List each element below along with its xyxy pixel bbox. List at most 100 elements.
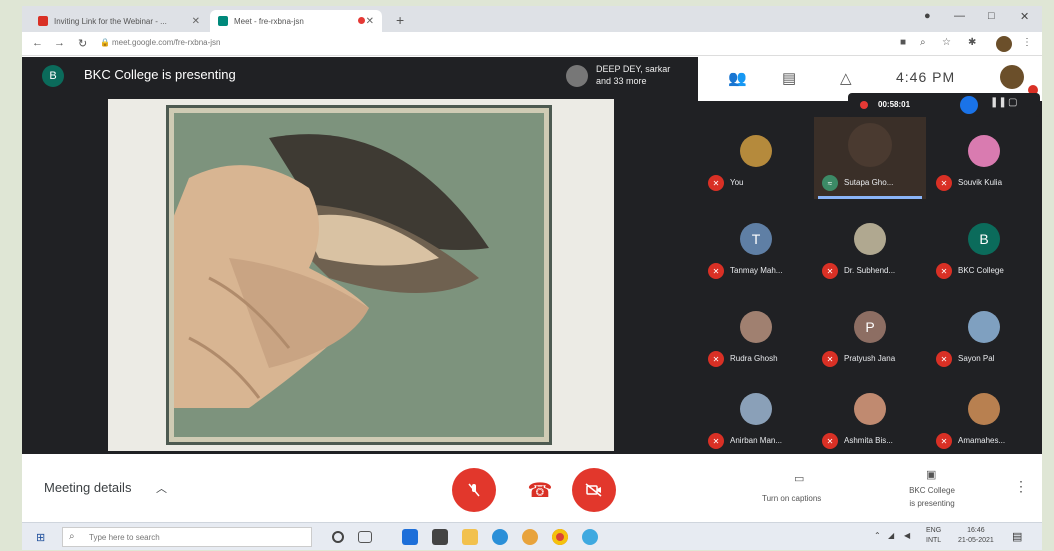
viewer-avatar xyxy=(566,65,588,87)
taskbar-clock[interactable]: 16:46 21-05-2021 xyxy=(958,526,994,546)
action-center-icon[interactable]: ▤ xyxy=(1012,530,1022,543)
windows-start-icon[interactable]: ⊞ xyxy=(36,531,45,544)
participant-name: You xyxy=(730,178,744,187)
file-explorer-icon[interactable] xyxy=(462,529,478,545)
maximize-button[interactable]: □ xyxy=(988,10,995,22)
captions-icon[interactable]: ▭ xyxy=(794,472,804,485)
tray-chevron-icon[interactable]: ⌃ xyxy=(874,531,881,540)
tab-meet[interactable]: Meet - fre-rxbna-jsn ✕ xyxy=(210,10,382,32)
browser-tab-strip: Inviting Link for the Webinar - ... ✕ Me… xyxy=(22,6,1042,32)
captions-label[interactable]: Turn on captions xyxy=(762,494,821,503)
url-field[interactable]: meet.google.com/fre-rxbna-jsn xyxy=(112,38,221,47)
hang-up-button[interactable]: ☎ xyxy=(518,468,562,512)
language-indicator[interactable]: ENG INTL xyxy=(926,526,941,546)
mic-off-icon: ✕ xyxy=(936,351,952,367)
volume-icon[interactable]: ◀ xyxy=(904,531,910,540)
participant-avatar: P xyxy=(854,311,886,343)
participant-tile[interactable]: B ✕ BKC College xyxy=(928,205,1040,287)
participant-tile[interactable]: ✕ You xyxy=(700,117,812,199)
taskbar-search[interactable]: ⌕ Type here to search xyxy=(62,527,312,547)
meet-icon xyxy=(218,16,228,26)
minimize-button[interactable]: — xyxy=(954,10,965,22)
zoom-icon[interactable]: ⌕ xyxy=(920,37,926,48)
participant-avatar xyxy=(854,223,886,255)
shell-illustration xyxy=(169,108,549,442)
chat-icon[interactable]: ▤ xyxy=(782,69,796,87)
back-icon[interactable]: ← xyxy=(32,37,43,49)
chrome-icon[interactable] xyxy=(552,529,568,545)
account-icon[interactable]: ● xyxy=(924,10,931,22)
participant-tile[interactable]: ✕ Anirban Man... xyxy=(700,375,812,457)
store-icon[interactable] xyxy=(432,529,448,545)
mic-off-icon: ✕ xyxy=(708,351,724,367)
language-line-2: INTL xyxy=(926,537,942,544)
participant-tile-active[interactable]: ≈ Sutapa Gho... xyxy=(814,117,926,199)
meeting-details-button[interactable]: Meeting details xyxy=(44,480,131,495)
mic-off-icon: ✕ xyxy=(708,263,724,279)
participant-avatar xyxy=(968,393,1000,425)
tab-title: Inviting Link for the Webinar - ... xyxy=(54,16,167,26)
camera-permission-icon[interactable]: ■ xyxy=(900,37,906,48)
participant-tile[interactable]: ✕ Rudra Ghosh xyxy=(700,293,812,375)
mic-off-icon xyxy=(468,483,480,497)
participant-name: Sutapa Gho... xyxy=(844,178,894,187)
viewers-line-2: and 33 more xyxy=(596,76,647,86)
mic-off-icon: ✕ xyxy=(936,263,952,279)
pause-icon[interactable]: ❚❚ xyxy=(990,97,1007,108)
tab-webinar-invite[interactable]: Inviting Link for the Webinar - ... ✕ xyxy=(30,10,208,32)
people-icon[interactable]: 👥 xyxy=(728,69,747,87)
camera-toggle-button[interactable] xyxy=(572,468,616,512)
participant-name: Sayon Pal xyxy=(958,354,995,363)
presentation-stage: B BKC College is presenting DEEP DEY, sa… xyxy=(22,57,698,454)
close-window-button[interactable]: ✕ xyxy=(1020,10,1029,23)
participant-name: Pratyush Jana xyxy=(844,354,896,363)
participant-tile[interactable]: ✕ Ashmita Bis... xyxy=(814,375,926,457)
participant-tile[interactable]: T ✕ Tanmay Mah... xyxy=(700,205,812,287)
participant-tile[interactable]: ✕ Sayon Pal xyxy=(928,293,1040,375)
network-icon[interactable]: ◢ xyxy=(888,531,894,540)
edge-icon[interactable] xyxy=(492,529,508,545)
mic-off-icon: ✕ xyxy=(936,433,952,449)
mic-off-icon: ✕ xyxy=(822,433,838,449)
browser-menu-icon[interactable]: ⋮ xyxy=(1022,37,1032,48)
participant-tile[interactable]: ✕ Amamahes... xyxy=(928,375,1040,457)
participant-tile[interactable]: P ✕ Pratyush Jana xyxy=(814,293,926,375)
participant-name: Rudra Ghosh xyxy=(730,354,778,363)
participant-name: BKC College xyxy=(958,266,1004,275)
mic-toggle-button[interactable] xyxy=(452,468,496,512)
present-screen-icon[interactable]: ▣ xyxy=(926,468,936,481)
activities-icon[interactable]: △ xyxy=(840,69,852,87)
profile-avatar[interactable] xyxy=(996,36,1012,52)
stop-recording-button[interactable] xyxy=(960,96,978,114)
edge-new-icon[interactable] xyxy=(582,529,598,545)
mail-app-icon[interactable] xyxy=(402,529,418,545)
chevron-up-icon[interactable]: ︿ xyxy=(156,480,167,496)
bookmark-star-icon[interactable]: ☆ xyxy=(942,37,951,48)
recording-bar: 00:58:01 ❚❚ ▢ xyxy=(848,93,1040,117)
presenting-label[interactable]: BKC College is presenting xyxy=(892,484,972,510)
task-view-icon[interactable] xyxy=(358,531,372,543)
forward-icon[interactable]: → xyxy=(54,37,65,49)
presenting-label-line-1: BKC College xyxy=(909,486,955,495)
record-dot-icon xyxy=(860,101,868,109)
tab-title: Meet - fre-rxbna-jsn xyxy=(234,16,304,26)
firefox-icon[interactable] xyxy=(522,529,538,545)
extensions-icon[interactable]: ✱ xyxy=(968,37,976,48)
more-options-icon[interactable]: ⋮ xyxy=(1014,478,1028,495)
participant-avatar xyxy=(740,311,772,343)
new-tab-button[interactable]: + xyxy=(396,12,404,28)
cortana-icon[interactable] xyxy=(332,531,344,543)
mic-off-icon: ✕ xyxy=(708,175,724,191)
close-tab-icon[interactable]: ✕ xyxy=(192,16,200,27)
mussel-shell-image xyxy=(166,105,552,445)
participant-name: Amamahes... xyxy=(958,436,1006,445)
participant-tile[interactable]: ✕ Souvik Kulia xyxy=(928,117,1040,199)
participant-tile[interactable]: ✕ Dr. Subhend... xyxy=(814,205,926,287)
camera-off-icon xyxy=(585,483,602,497)
viewers-line-1: DEEP DEY, sarkar xyxy=(596,64,671,74)
windows-taskbar: ⊞ ⌕ Type here to search ⌃ ◢ ◀ ENG INTL 1… xyxy=(22,522,1042,550)
close-tab-icon[interactable]: ✕ xyxy=(366,16,374,27)
reload-icon[interactable]: ↻ xyxy=(78,37,87,50)
user-avatar[interactable] xyxy=(1000,65,1024,89)
minimize-recorder-icon[interactable]: ▢ xyxy=(1008,97,1017,108)
